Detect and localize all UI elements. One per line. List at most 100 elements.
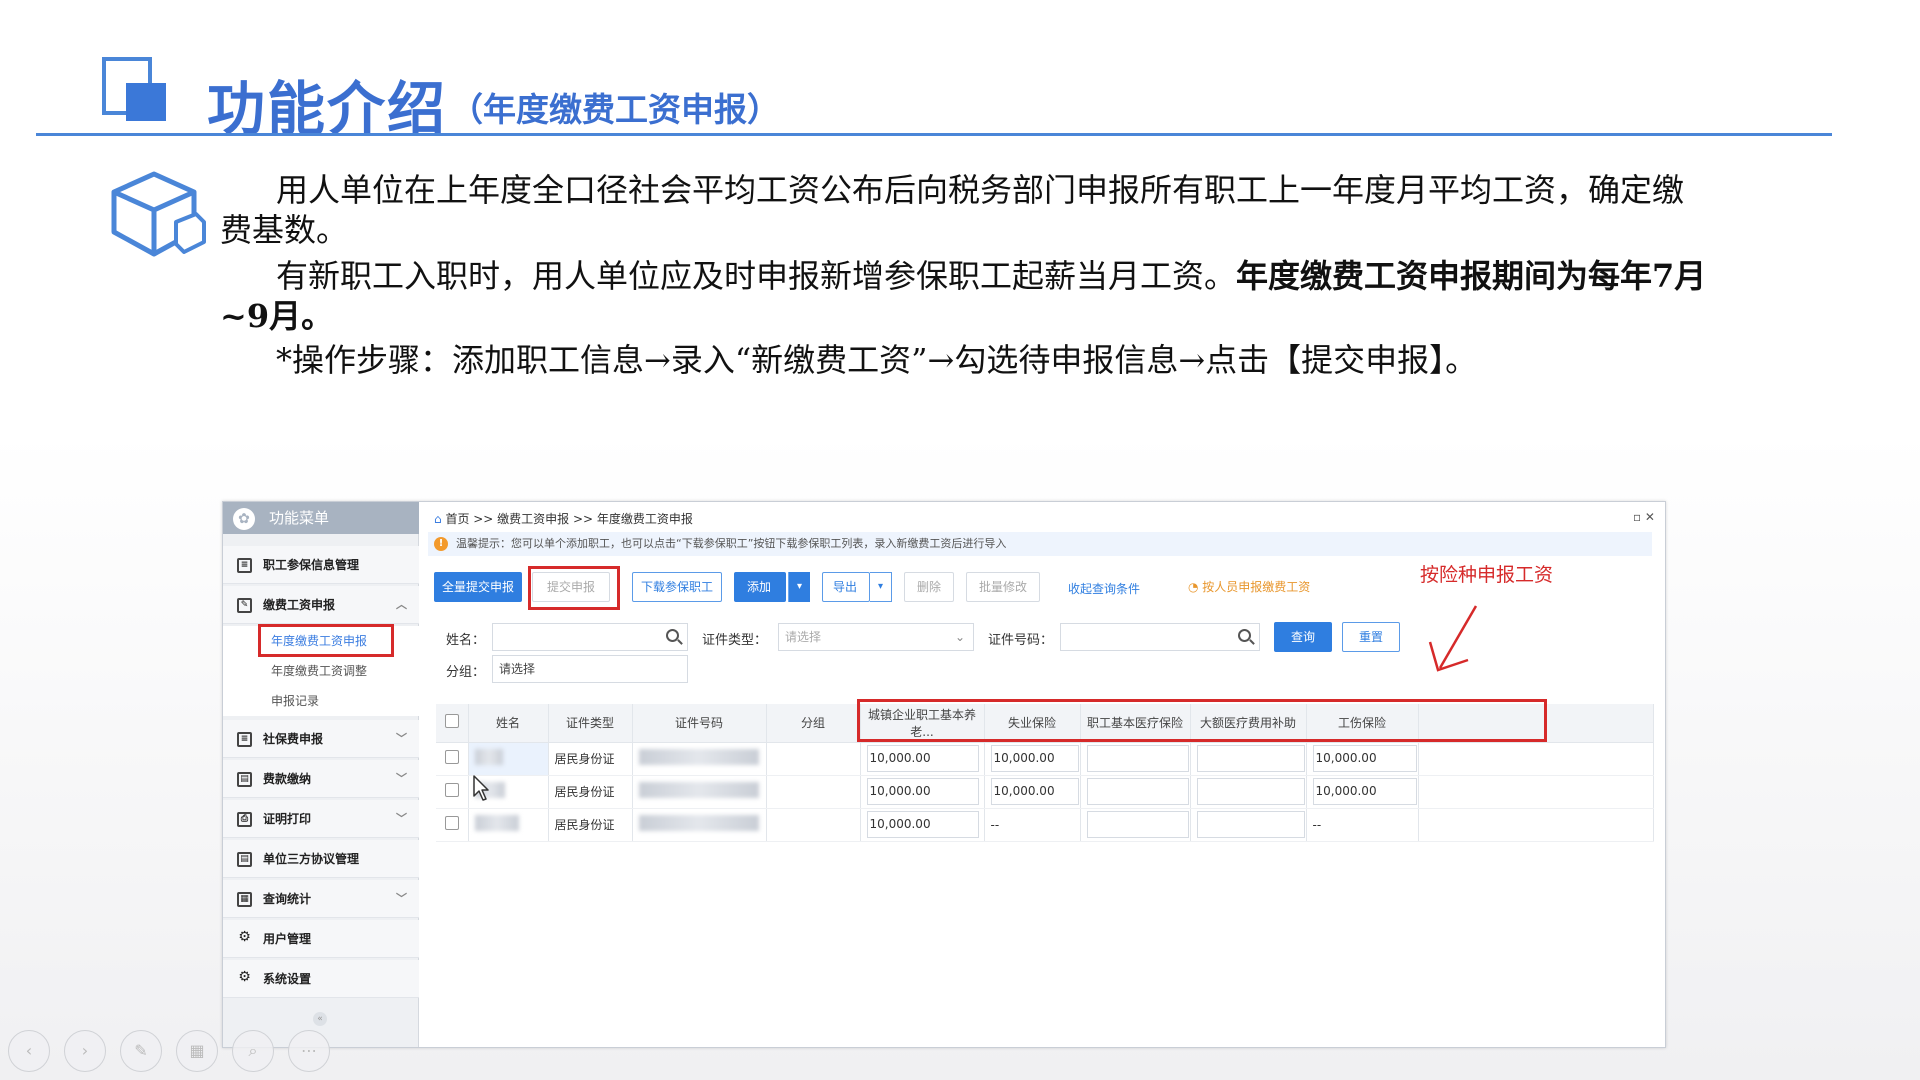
injury-cell[interactable]: 10,000.00 xyxy=(1306,742,1419,776)
row-checkbox[interactable] xyxy=(444,783,459,797)
unemployment-cell[interactable]: 10,000.00 xyxy=(984,742,1081,776)
injury-cell: -- xyxy=(1306,808,1419,842)
row-checkbox[interactable] xyxy=(444,816,459,830)
paragraph-2-normal: 有新职工入职时，用人单位应及时申报新增参保职工起薪当月工资。 xyxy=(276,257,1237,295)
unemployment-input[interactable]: 10,000.00 xyxy=(990,745,1079,772)
download-employees-button[interactable]: 下载参保职工 xyxy=(632,572,722,602)
home-icon[interactable]: ⌂ xyxy=(434,512,445,526)
medical-input[interactable] xyxy=(1086,778,1189,805)
idno-label: 证件号码： xyxy=(988,633,1054,648)
sidebar-item-payment[interactable]: ▤ 费款缴纳 ﹀ xyxy=(223,760,419,798)
export-button[interactable]: 导出 xyxy=(822,572,870,602)
sidebar-item-label: 单位三方协议管理 xyxy=(263,852,360,866)
slides-overview-icon[interactable]: ▦ xyxy=(176,1030,218,1072)
more-options-icon[interactable]: ⋯ xyxy=(288,1030,330,1072)
edit-icon: ✎ xyxy=(237,598,252,613)
add-button[interactable]: 添加 xyxy=(734,572,786,602)
medical-cell[interactable] xyxy=(1080,742,1191,776)
main-panel: ⌂ 首页 >> 缴费工资申报 >> 年度缴费工资申报 ▫ ✕ ! 温馨提示：您可以… xyxy=(420,502,1665,1047)
medical-input[interactable] xyxy=(1086,811,1189,838)
row-checkbox-cell[interactable] xyxy=(436,742,469,776)
search-icon[interactable] xyxy=(666,629,679,642)
person-declare-link[interactable]: ◔ 按人员申报缴费工资 xyxy=(1188,578,1310,595)
next-slide-icon[interactable]: › xyxy=(64,1030,106,1072)
row-checkbox-cell[interactable] xyxy=(436,775,469,809)
large-medical-input[interactable] xyxy=(1196,745,1305,772)
query-button[interactable]: 查询 xyxy=(1274,622,1332,652)
collapse-filters-link[interactable]: 收起查询条件 xyxy=(1068,580,1140,597)
chart-icon: ▦ xyxy=(237,892,252,907)
sidebar-item-wage-declare[interactable]: ✎ 缴费工资申报 ︿ xyxy=(223,586,419,624)
doc-icon: ▤ xyxy=(237,772,252,787)
large-medical-cell[interactable] xyxy=(1190,742,1307,776)
arrow-annotation xyxy=(1428,605,1478,672)
injury-cell[interactable]: 10,000.00 xyxy=(1306,775,1419,809)
group-cell xyxy=(766,775,861,809)
unemployment-cell[interactable]: 10,000.00 xyxy=(984,775,1081,809)
submit-all-button[interactable]: 全量提交申报 xyxy=(434,572,522,602)
sidebar-subitem-records[interactable]: 申报记录 xyxy=(223,686,419,716)
pension-cell[interactable]: 10,000.00 xyxy=(860,742,985,776)
sidebar-subitem-annual-adjust[interactable]: 年度缴费工资调整 xyxy=(223,656,419,686)
info-icon: ! xyxy=(434,537,448,551)
group-cell xyxy=(766,808,861,842)
pen-icon[interactable]: ✎ xyxy=(120,1030,162,1072)
large-medical-cell[interactable] xyxy=(1190,775,1307,809)
row-checkbox-cell[interactable] xyxy=(436,808,469,842)
filler-cell xyxy=(1418,742,1654,776)
medical-cell[interactable] xyxy=(1080,808,1191,842)
highlight-box-submit xyxy=(528,566,620,610)
search-icon[interactable] xyxy=(1238,629,1251,642)
window-controls[interactable]: ▫ ✕ xyxy=(1633,510,1655,524)
idno-input[interactable] xyxy=(1060,623,1260,651)
col-idno: 证件号码 xyxy=(632,704,767,743)
chevron-down-icon: ﹀ xyxy=(396,812,407,825)
previous-slide-icon[interactable]: ‹ xyxy=(8,1030,50,1072)
group-select[interactable]: 请选择 xyxy=(492,655,688,683)
chevron-down-icon[interactable]: ▾ xyxy=(788,572,810,602)
pension-cell[interactable]: 10,000.00 xyxy=(860,775,985,809)
name-label: 姓名： xyxy=(446,633,486,648)
paragraph-3: *操作步骤：添加职工信息→录入“新缴费工资”→勾选待申报信息→点击【提交申报】。 xyxy=(276,341,1478,379)
col-idtype: 证件类型 xyxy=(548,704,633,743)
unemployment-input[interactable]: 10,000.00 xyxy=(990,778,1079,805)
sidebar-item-agreement[interactable]: ▤ 单位三方协议管理 xyxy=(223,840,419,878)
sidebar-item-users[interactable]: ⚙ 用户管理 xyxy=(223,920,419,958)
sidebar-item-employee-info[interactable]: ≡ 职工参保信息管理 xyxy=(223,546,419,584)
sidebar-item-settings[interactable]: ⚙ 系统设置 xyxy=(223,960,419,998)
injury-input[interactable]: 10,000.00 xyxy=(1312,778,1417,805)
pension-input[interactable]: 10,000.00 xyxy=(866,778,979,805)
gear-icon: ⚙ xyxy=(238,929,251,945)
name-cell[interactable] xyxy=(468,742,549,776)
delete-button[interactable]: 删除 xyxy=(904,572,954,602)
sidebar-item-social-fee[interactable]: ≡ 社保费申报 ﹀ xyxy=(223,720,419,758)
sidebar-item-print[interactable]: ⎙ 证明打印 ﹀ xyxy=(223,800,419,838)
print-icon: ⎙ xyxy=(237,812,252,827)
sidebar-item-query[interactable]: ▦ 查询统计 ﹀ xyxy=(223,880,419,918)
filler-cell xyxy=(1418,808,1654,842)
pension-input[interactable]: 10,000.00 xyxy=(866,811,979,838)
table-row: 居民身份证 10,000.00 10,000.00 10,000.00 xyxy=(436,775,1654,809)
pension-input[interactable]: 10,000.00 xyxy=(866,745,979,772)
large-medical-input[interactable] xyxy=(1196,811,1305,838)
large-medical-input[interactable] xyxy=(1196,778,1305,805)
highlight-box-menu xyxy=(258,624,394,657)
reset-button[interactable]: 重置 xyxy=(1342,622,1400,652)
select-all-header[interactable] xyxy=(436,704,469,743)
name-input[interactable] xyxy=(492,623,688,651)
medical-input[interactable] xyxy=(1086,745,1189,772)
injury-input[interactable]: 10,000.00 xyxy=(1312,745,1417,772)
name-cell[interactable] xyxy=(468,808,549,842)
idtype-cell: 居民身份证 xyxy=(548,775,633,809)
select-all-checkbox[interactable] xyxy=(444,714,459,729)
large-medical-cell[interactable] xyxy=(1190,808,1307,842)
idtype-select[interactable]: 请选择 ⌄ xyxy=(778,623,974,651)
sidebar: 功能菜单 ✿ ≡ 职工参保信息管理 ✎ 缴费工资申报 ︿ 年度缴费工资申报 年度缴费工… xyxy=(223,502,419,1047)
zoom-icon[interactable]: ⌕ xyxy=(232,1030,274,1072)
row-checkbox[interactable] xyxy=(444,750,459,764)
chevron-down-icon[interactable]: ▾ xyxy=(870,572,892,602)
medical-cell[interactable] xyxy=(1080,775,1191,809)
pension-cell[interactable]: 10,000.00 xyxy=(860,808,985,842)
batch-edit-button[interactable]: 批量修改 xyxy=(966,572,1040,602)
collapse-sidebar-icon[interactable]: « xyxy=(313,1012,327,1026)
